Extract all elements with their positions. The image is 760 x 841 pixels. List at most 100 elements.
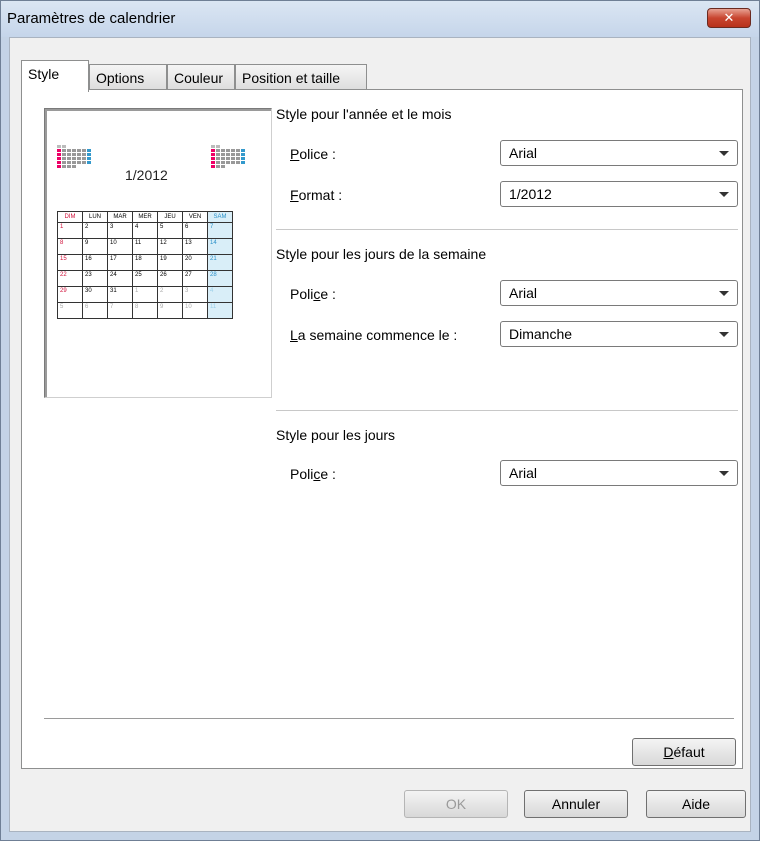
weekday-header-cell: MAR	[107, 211, 133, 223]
calendar-day-cell: 5	[157, 222, 183, 239]
calendar-day-cell: 3	[182, 286, 208, 303]
calendar-day-cell: 4	[207, 286, 233, 303]
year-month-format-value: 1/2012	[509, 186, 552, 202]
calendar-day-cell: 15	[57, 254, 83, 271]
window-title: Paramètres de calendrier	[7, 10, 176, 27]
year-month-format-select[interactable]: 1/2012	[500, 181, 738, 207]
calendar-day-cell: 27	[182, 270, 208, 287]
calendar-week-row: 15 16 17 18 19 20 21	[57, 254, 233, 271]
calendar-day-cell: 19	[157, 254, 183, 271]
title-bar: Paramètres de calendrier ✕	[1, 1, 759, 37]
calendar-day-cell: 5	[57, 302, 83, 319]
weekday-header-cell: SAM	[207, 211, 233, 223]
close-button[interactable]: ✕	[707, 8, 751, 28]
calendar-day-cell: 7	[207, 222, 233, 239]
days-police-label: Police :	[290, 466, 336, 482]
calendar-day-cell: 11	[207, 302, 233, 319]
weekday-header-cell: VEN	[182, 211, 208, 223]
weekdays-font-value: Arial	[509, 285, 538, 301]
calendar-day-cell: 4	[132, 222, 158, 239]
calendar-day-cell: 9	[82, 238, 108, 255]
calendar-day-cell: 6	[182, 222, 208, 239]
dialog-client-area: Style Options Couleur Position et taille	[9, 37, 751, 832]
weekday-header-cell: LUN	[82, 211, 108, 223]
calendar-day-cell: 3	[107, 222, 133, 239]
calendar-day-cell: 11	[132, 238, 158, 255]
tab-options[interactable]: Options	[89, 64, 167, 91]
chevron-down-icon	[719, 291, 729, 296]
calendar-day-cell: 10	[107, 238, 133, 255]
weekday-header-cell: DIM	[57, 211, 83, 223]
mini-calendar-previous	[57, 145, 92, 169]
calendar-day-cell: 2	[82, 222, 108, 239]
section-divider	[276, 229, 738, 231]
calendar-day-cell: 13	[182, 238, 208, 255]
calendar-day-cell: 2	[157, 286, 183, 303]
calendar-day-cell: 6	[82, 302, 108, 319]
calendar-day-cell: 9	[157, 302, 183, 319]
calendar-day-cell: 25	[132, 270, 158, 287]
calendar-day-cell: 17	[107, 254, 133, 271]
calendar-day-cell: 14	[207, 238, 233, 255]
calendar-day-cell: 12	[157, 238, 183, 255]
year-month-font-value: Arial	[509, 145, 538, 161]
year-month-section-title: Style pour l'année et le mois	[276, 106, 452, 122]
chevron-down-icon	[719, 192, 729, 197]
year-month-font-select[interactable]: Arial	[500, 140, 738, 166]
calendar-day-cell: 30	[82, 286, 108, 303]
calendar-day-cell: 8	[132, 302, 158, 319]
weekday-header-row: DIM LUN MAR MER JEU VEN SAM	[57, 211, 233, 223]
weekdays-section-title: Style pour les jours de la semaine	[276, 246, 487, 262]
calendar-day-cell: 21	[207, 254, 233, 271]
calendar-day-cell: 20	[182, 254, 208, 271]
calendar-day-cell: 31	[107, 286, 133, 303]
week-start-label: La semaine commence le :	[290, 327, 458, 343]
days-section-title: Style pour les jours	[276, 427, 396, 443]
tab-style[interactable]: Style	[21, 60, 89, 92]
days-font-select[interactable]: Arial	[500, 460, 738, 486]
calendar-week-row: 5 6 7 8 9 10 11	[57, 302, 233, 319]
calendar-week-row: 22 23 24 25 26 27 28	[57, 270, 233, 287]
chevron-down-icon	[719, 471, 729, 476]
calendar-week-row: 8 9 10 11 12 13 14	[57, 238, 233, 255]
calendar-week-row: 29 30 31 1 2 3 4	[57, 286, 233, 303]
calendar-week-row: 1234567	[57, 222, 233, 239]
calendar-day-cell: 26	[157, 270, 183, 287]
calendar-day-cell: 29	[57, 286, 83, 303]
calendar-day-cell: 16	[82, 254, 108, 271]
help-button[interactable]: Aide	[646, 790, 746, 818]
calendar-preview: 1/2012 DIM LUN MAR MER JEU VEN SAM 1 2 3 4 5 6 7 8 9 10 1…	[44, 108, 272, 398]
tab-panel-style: 1/2012 DIM LUN MAR MER JEU VEN SAM 1 2 3 4 5 6 7 8 9 10 1…	[21, 89, 743, 769]
preview-calendar-grid: DIM LUN MAR MER JEU VEN SAM 1 2 3 4 5 6 7 8 9 10 11 12 13 14…	[57, 211, 233, 319]
chevron-down-icon	[719, 332, 729, 337]
weekday-header-cell: MER	[132, 211, 158, 223]
calendar-day-cell: 18	[132, 254, 158, 271]
weekdays-police-label: Police :	[290, 286, 336, 302]
year-month-police-label: Police :	[290, 146, 336, 162]
section-divider	[276, 410, 738, 412]
week-start-value: Dimanche	[509, 326, 573, 342]
calendar-day-cell: 8	[57, 238, 83, 255]
calendar-day-cell: 7	[107, 302, 133, 319]
calendar-day-cell: 1	[132, 286, 158, 303]
weekday-header-cell: JEU	[157, 211, 183, 223]
preview-month-label: 1/2012	[125, 167, 168, 183]
week-start-select[interactable]: Dimanche	[500, 321, 738, 347]
calendar-day-cell: 22	[57, 270, 83, 287]
calendar-day-cell: 28	[207, 270, 233, 287]
calendar-day-cell: 10	[182, 302, 208, 319]
tab-couleur[interactable]: Couleur	[167, 64, 235, 91]
panel-bottom-divider	[44, 718, 734, 720]
default-button[interactable]: Défaut	[632, 738, 736, 766]
ok-button[interactable]: OK	[404, 790, 508, 818]
close-icon: ✕	[723, 10, 735, 25]
dialog-window: Paramètres de calendrier ✕ Style Options…	[0, 0, 760, 841]
calendar-day-cell: 24	[107, 270, 133, 287]
weekdays-font-select[interactable]: Arial	[500, 280, 738, 306]
calendar-day-cell: 23	[82, 270, 108, 287]
year-month-format-label: Format :	[290, 187, 343, 203]
days-font-value: Arial	[509, 465, 538, 481]
tab-position-taille[interactable]: Position et taille	[235, 64, 367, 91]
cancel-button[interactable]: Annuler	[524, 790, 628, 818]
mini-calendar-next	[211, 145, 246, 169]
